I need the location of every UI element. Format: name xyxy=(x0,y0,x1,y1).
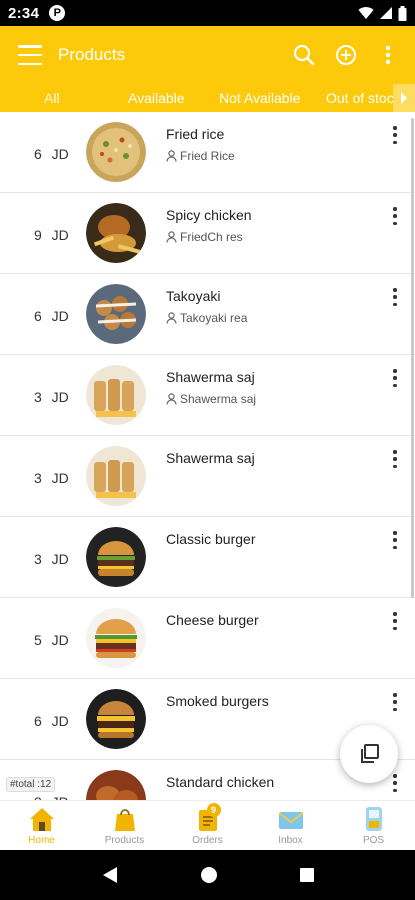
product-thumbnail[interactable] xyxy=(86,689,146,749)
product-subtitle: Takoyaki rea xyxy=(166,311,247,325)
product-thumbnail[interactable] xyxy=(86,770,146,800)
nav-home[interactable]: Home xyxy=(0,801,83,850)
total-count-badge: #total :12 xyxy=(6,777,56,792)
item-more-options-icon[interactable] xyxy=(391,369,399,387)
item-more-options-icon[interactable] xyxy=(391,126,399,144)
nav-inbox[interactable]: Inbox xyxy=(249,801,332,850)
item-more-options-icon[interactable] xyxy=(391,693,399,711)
orders-icon: 9 xyxy=(193,803,223,833)
product-name: Fried rice xyxy=(166,126,225,142)
product-price: 5 JD xyxy=(34,632,69,648)
item-more-options-icon[interactable] xyxy=(391,288,399,306)
filter-tabs: All Available Not Available Out of stoc xyxy=(0,84,415,112)
user-icon xyxy=(166,150,177,162)
nav-inbox-label: Inbox xyxy=(278,835,303,846)
product-price: 9 JD xyxy=(34,227,69,243)
product-subtitle-text: Fried Rice xyxy=(180,149,235,163)
list-item[interactable]: 3 JD Shawerma saj Shawerma saj xyxy=(0,355,415,436)
nav-products[interactable]: Products xyxy=(83,801,166,850)
orders-count-badge: 9 xyxy=(206,803,221,817)
list-item[interactable]: 6 JD Takoyaki Takoyaki rea xyxy=(0,274,415,355)
battery-icon xyxy=(398,5,407,21)
product-price: 3 JD xyxy=(34,389,69,405)
item-more-options-icon[interactable] xyxy=(391,612,399,630)
user-icon xyxy=(166,312,177,324)
product-subtitle: Fried Rice xyxy=(166,149,235,163)
status-time: 2:34 xyxy=(8,4,40,22)
tab-all[interactable]: All xyxy=(44,90,60,106)
home-icon xyxy=(27,805,57,833)
product-subtitle-text: FriedCh res xyxy=(180,230,243,244)
tabs-scroll-right-icon[interactable] xyxy=(393,84,415,112)
product-name: Shawerma saj xyxy=(166,369,255,385)
product-thumbnail[interactable] xyxy=(86,284,146,344)
nav-orders-label: Orders xyxy=(192,835,223,846)
list-item[interactable]: 3 JD Classic burger xyxy=(0,517,415,598)
recents-icon[interactable] xyxy=(299,867,315,883)
list-item[interactable]: 6 JD Fried rice Fried Rice xyxy=(0,112,415,193)
nav-pos[interactable]: POS xyxy=(332,801,415,850)
system-navigation-bar xyxy=(0,850,415,900)
product-price: 6 JD xyxy=(34,308,69,324)
tab-out-of-stock[interactable]: Out of stoc xyxy=(326,90,394,106)
bottom-navigation: Home Products 9 Orders Inbox POS xyxy=(0,800,415,850)
list-item[interactable]: 9 JD Spicy chicken FriedCh res xyxy=(0,193,415,274)
products-icon xyxy=(110,805,140,833)
scrollbar[interactable] xyxy=(411,118,414,598)
menu-icon[interactable] xyxy=(18,45,42,65)
nav-orders[interactable]: 9 Orders xyxy=(166,801,249,850)
copy-fab-button[interactable] xyxy=(340,725,398,783)
signal-icon xyxy=(380,7,392,19)
product-thumbnail[interactable] xyxy=(86,527,146,587)
list-item[interactable]: 5 JD Cheese burger xyxy=(0,598,415,679)
product-name: Takoyaki xyxy=(166,288,221,304)
search-icon[interactable] xyxy=(291,42,317,68)
notification-badge: P xyxy=(49,5,66,21)
status-bar: 2:34 P xyxy=(0,0,415,26)
product-name: Smoked burgers xyxy=(166,693,269,709)
home-circle-icon[interactable] xyxy=(200,866,218,884)
product-price: 3 JD xyxy=(34,470,69,486)
product-thumbnail[interactable] xyxy=(86,608,146,668)
item-more-options-icon[interactable] xyxy=(391,207,399,225)
list-item[interactable]: 3 JD Shawerma saj xyxy=(0,436,415,517)
page-title: Products xyxy=(58,45,126,64)
nav-products-label: Products xyxy=(104,835,145,846)
nav-home-label: Home xyxy=(28,835,55,846)
add-product-icon[interactable] xyxy=(333,42,359,68)
product-subtitle-text: Takoyaki rea xyxy=(180,311,248,325)
product-name: Shawerma saj xyxy=(166,450,255,466)
product-price: 6 JD xyxy=(34,713,69,729)
tab-available[interactable]: Available xyxy=(128,90,185,106)
item-more-options-icon[interactable] xyxy=(391,774,399,792)
copy-icon xyxy=(361,744,379,763)
product-thumbnail[interactable] xyxy=(86,203,146,263)
product-thumbnail[interactable] xyxy=(86,365,146,425)
product-subtitle-text: Shawerma saj xyxy=(180,392,257,406)
product-name: Cheese burger xyxy=(166,612,259,628)
product-name: Spicy chicken xyxy=(166,207,252,223)
tab-not-available[interactable]: Not Available xyxy=(219,90,300,106)
user-icon xyxy=(166,231,177,243)
app-bar: Products All Available Not Available Out… xyxy=(0,26,415,112)
product-thumbnail[interactable] xyxy=(86,122,146,182)
product-list: 6 JD Fried rice Fried Rice 9 JD Spicy chicke… xyxy=(0,112,415,800)
product-name: Standard chicken xyxy=(166,774,275,790)
back-icon[interactable] xyxy=(101,866,119,884)
product-thumbnail[interactable] xyxy=(86,446,146,506)
product-price: 3 JD xyxy=(34,551,69,567)
wifi-icon xyxy=(358,7,374,20)
product-subtitle: FriedCh res xyxy=(166,230,243,244)
inbox-icon xyxy=(276,805,306,833)
item-more-options-icon[interactable] xyxy=(391,531,399,549)
user-icon xyxy=(166,393,177,405)
item-more-options-icon[interactable] xyxy=(391,450,399,468)
product-price: 6 JD xyxy=(34,146,69,162)
nav-pos-label: POS xyxy=(362,835,385,846)
product-name: Classic burger xyxy=(166,531,256,547)
overflow-menu-icon[interactable] xyxy=(375,42,401,68)
product-subtitle: Shawerma saj xyxy=(166,392,256,406)
pos-icon xyxy=(359,805,389,833)
